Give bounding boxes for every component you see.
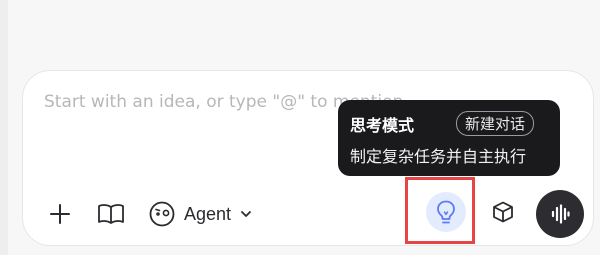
voice-wave-icon [551,204,570,224]
agent-mode-selector[interactable]: Agent [148,197,253,231]
lightbulb-icon [437,200,455,224]
tooltip-description: 制定复杂任务并自主执行 [350,147,527,166]
plus-icon [50,204,70,224]
add-attachment-button[interactable] [45,199,75,229]
agent-mode-label: Agent [184,203,232,224]
new-chat-badge: 新建对话 [456,111,535,136]
model-select-button[interactable] [488,197,518,227]
side-panel-edge [0,0,8,255]
voice-input-button[interactable] [536,190,584,238]
book-open-icon [98,204,124,224]
agent-face-icon [149,201,175,227]
cube-icon [493,201,513,223]
thinking-mode-button[interactable] [426,192,466,232]
thinking-mode-tooltip: 思考模式 新建对话 制定复杂任务并自主执行 [338,100,560,176]
tooltip-title: 思考模式 [350,116,415,135]
chevron-down-icon [241,211,251,217]
knowledge-button[interactable] [95,199,127,229]
